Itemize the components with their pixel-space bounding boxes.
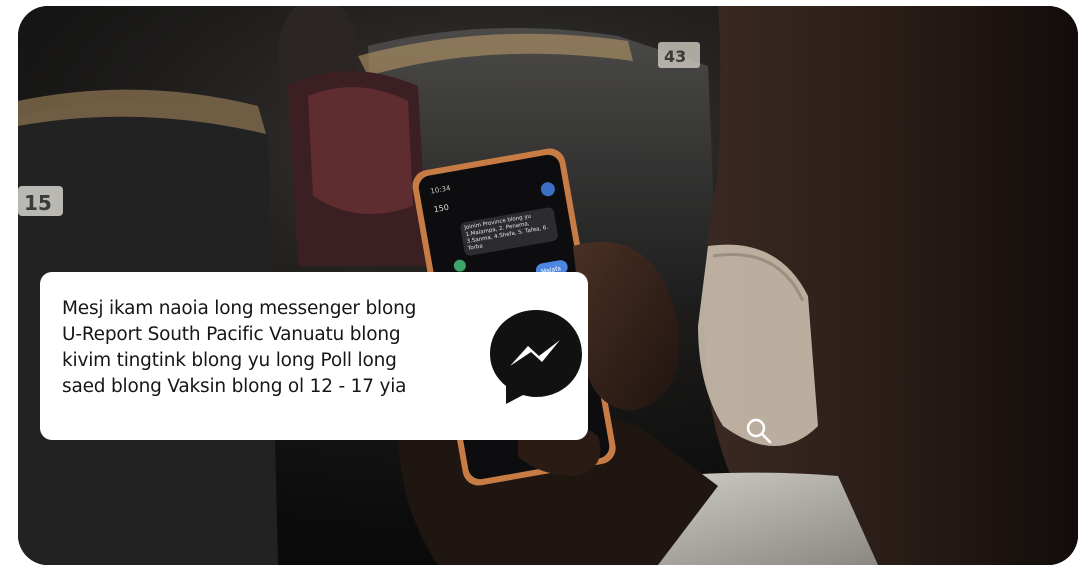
caption-text: Mesj ikam naoia long messenger blong U-R… [62,298,417,397]
search-icon[interactable] [744,416,774,446]
photo-frame: 15 43 10:34 150 Joinim Province blong yu… [18,6,1078,565]
seat-number-left: 15 [24,191,52,215]
caption-card: Mesj ikam naoia long messenger blong U-R… [40,272,588,440]
messenger-icon [490,310,582,404]
seat-number-right: 43 [664,47,686,66]
